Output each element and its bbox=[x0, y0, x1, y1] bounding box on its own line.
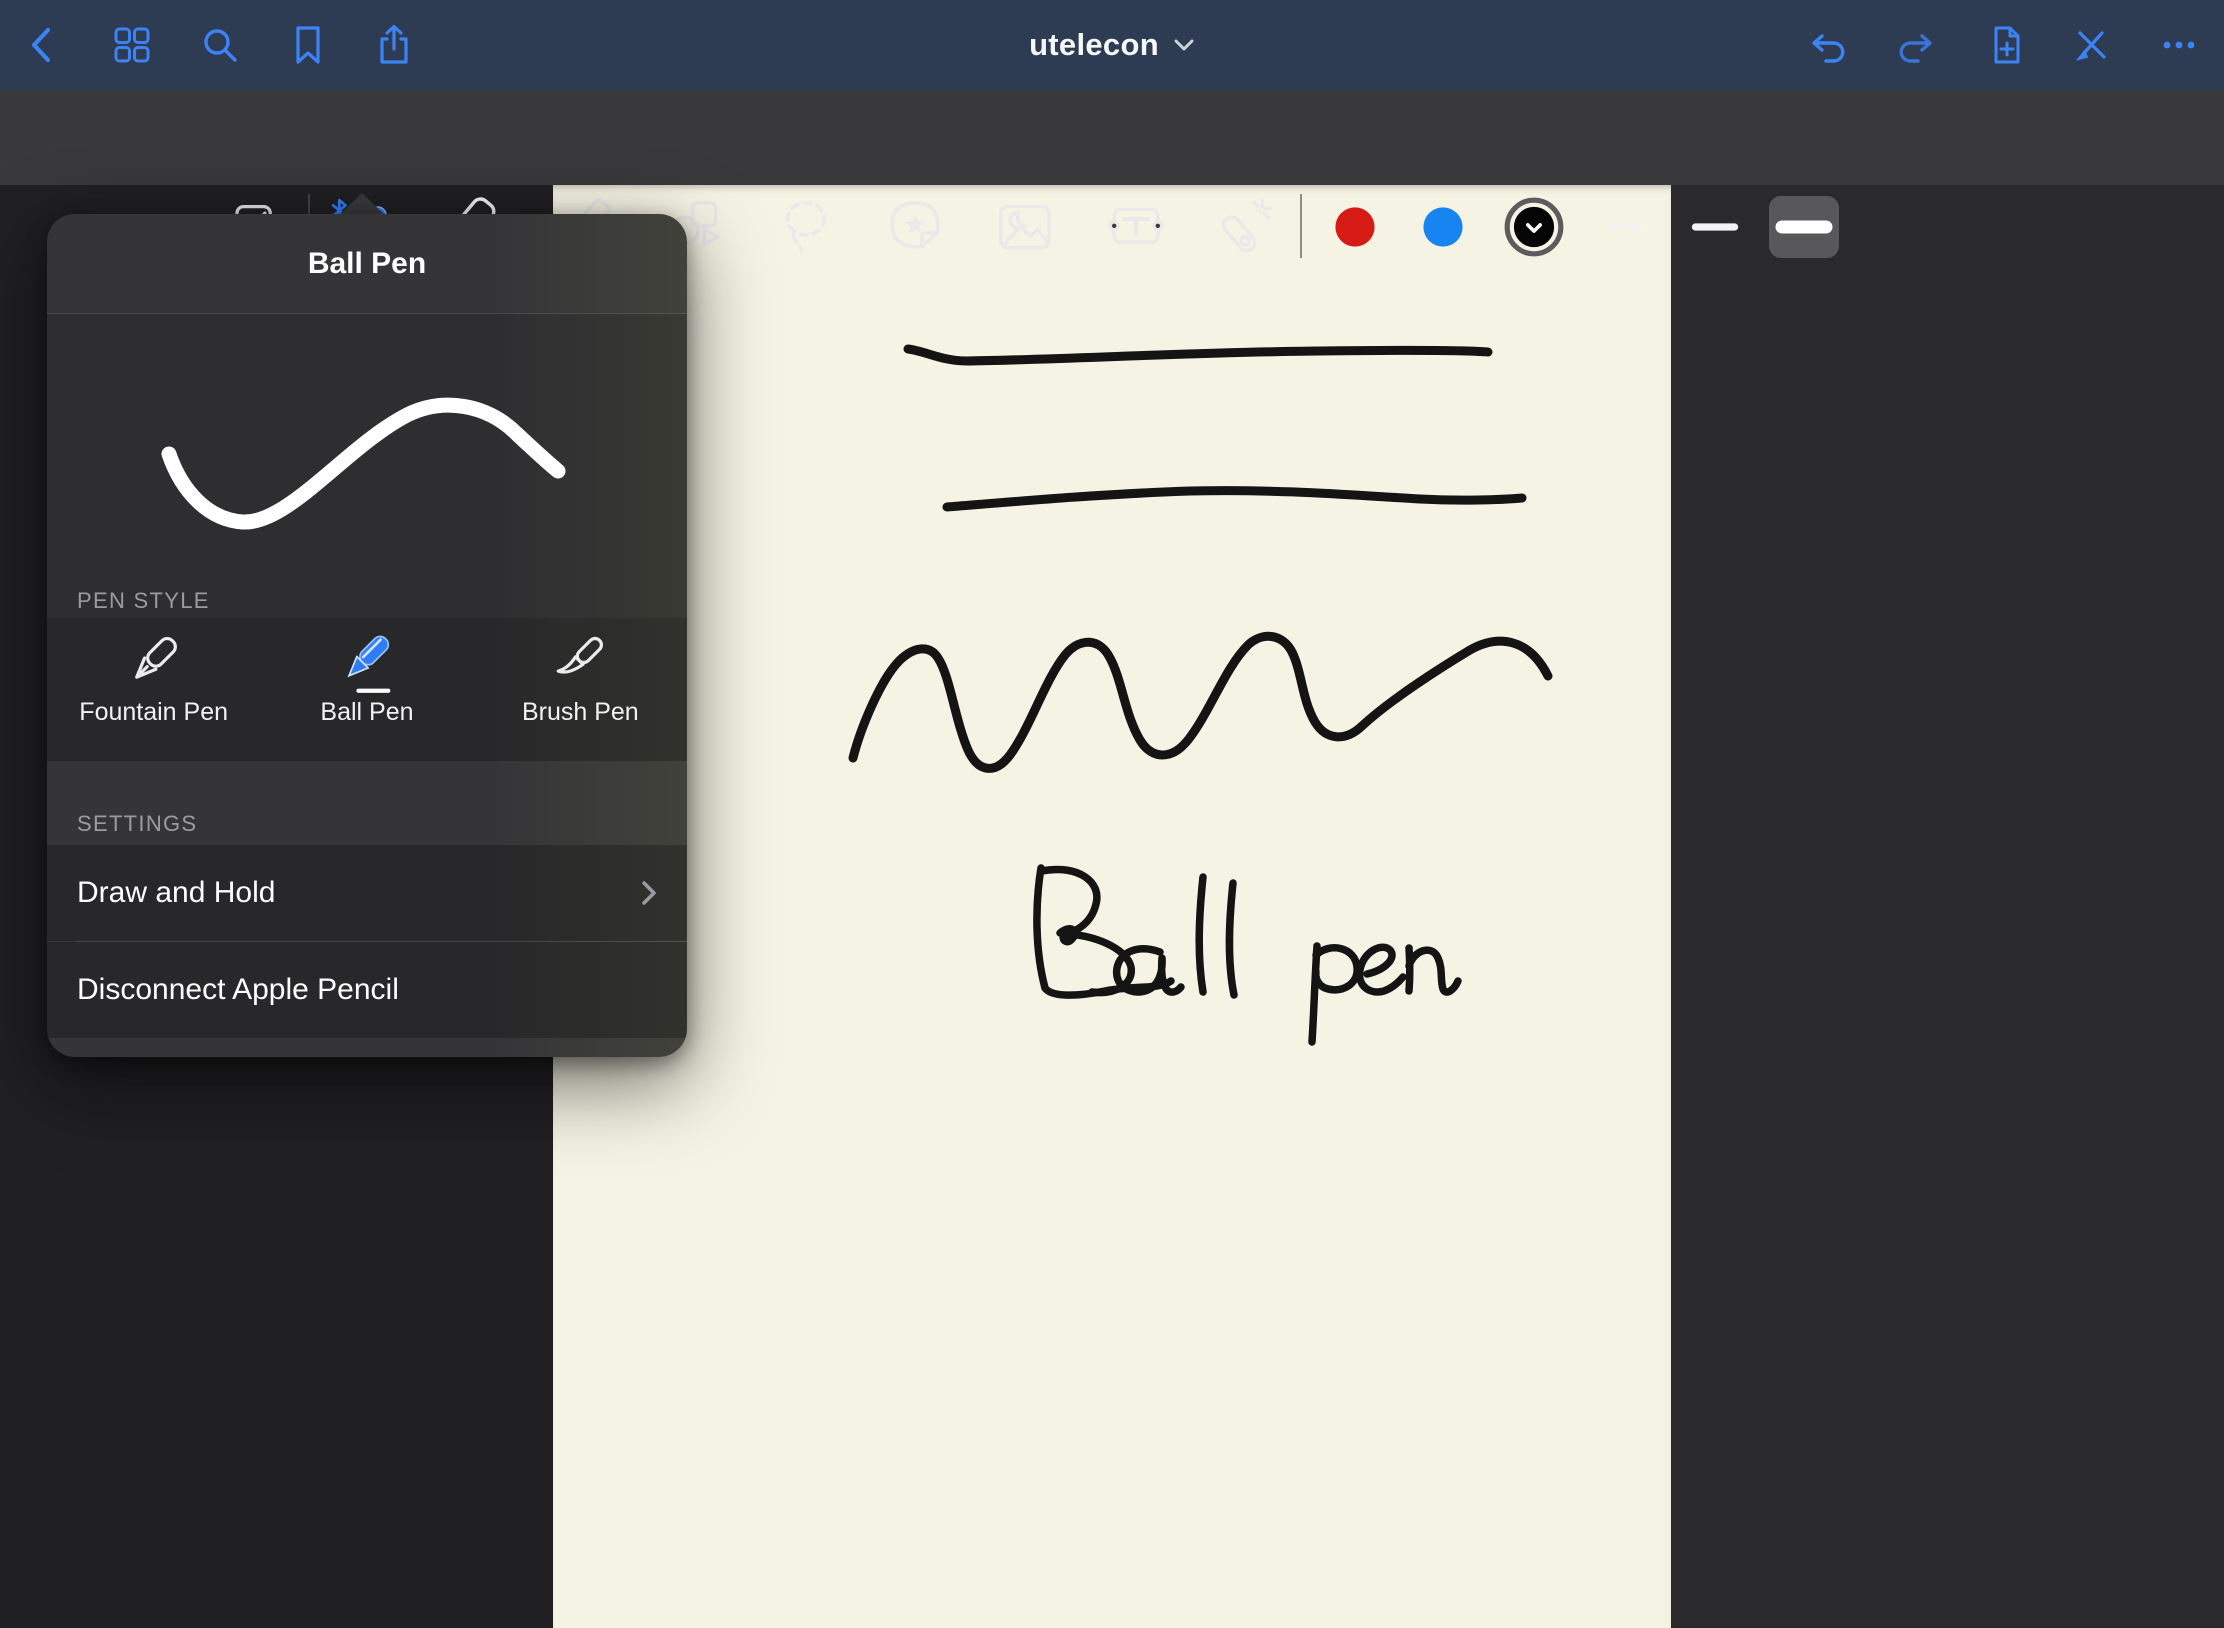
top-navigation-bar: utelecon bbox=[0, 0, 2224, 90]
document-title-button[interactable]: utelecon bbox=[0, 0, 2224, 90]
color-swatch-black-selected[interactable] bbox=[1501, 194, 1567, 260]
fountain-pen-icon bbox=[120, 628, 188, 696]
pen-option-brush[interactable]: Brush Pen bbox=[474, 618, 687, 761]
popover-footer bbox=[47, 1038, 687, 1057]
stroke-width-medium[interactable] bbox=[1682, 194, 1748, 260]
laser-pointer-icon bbox=[1214, 196, 1276, 258]
more-ellipsis-icon bbox=[2156, 22, 2202, 68]
image-tool[interactable] bbox=[992, 194, 1058, 260]
stroke-width-thin[interactable] bbox=[1592, 194, 1658, 260]
document-title: utelecon bbox=[1029, 27, 1159, 63]
text-icon bbox=[1105, 196, 1167, 258]
stroke-width-thick-selected[interactable] bbox=[1769, 196, 1839, 258]
settings-section-label: SETTINGS bbox=[47, 797, 687, 845]
redo-button[interactable] bbox=[1893, 22, 1939, 68]
stylus-cross-icon bbox=[2069, 22, 2115, 68]
pen-option-fountain[interactable]: Fountain Pen bbox=[47, 618, 260, 761]
color-swatch-red[interactable] bbox=[1322, 194, 1388, 260]
pen-option-label: Brush Pen bbox=[522, 698, 639, 727]
popover-title: Ball Pen bbox=[308, 247, 426, 281]
image-icon bbox=[994, 196, 1056, 258]
goodnotes-app: Ball pen utelecon bbox=[0, 0, 2224, 1628]
right-background bbox=[1671, 185, 2224, 1628]
stickers-icon bbox=[884, 196, 946, 258]
draw-and-hold-row[interactable]: Draw and Hold bbox=[47, 845, 687, 941]
undo-button[interactable] bbox=[1805, 22, 1851, 68]
pen-settings-popover: Ball Pen PEN STYLE Fountain Pen bbox=[47, 214, 687, 1057]
title-chevron-down-icon bbox=[1173, 38, 1195, 52]
color-swatch-blue[interactable] bbox=[1410, 194, 1476, 260]
pen-option-label: Fountain Pen bbox=[79, 698, 228, 727]
laser-pointer-tool[interactable] bbox=[1212, 194, 1278, 260]
stroke-preview-curve bbox=[47, 314, 687, 586]
toolbar-separator bbox=[1300, 194, 1302, 258]
disconnect-apple-pencil-row[interactable]: Disconnect Apple Pencil bbox=[47, 942, 687, 1038]
undo-icon bbox=[1805, 22, 1851, 68]
pen-option-label: Ball Pen bbox=[320, 698, 413, 727]
more-button[interactable] bbox=[2156, 22, 2202, 68]
text-tool[interactable] bbox=[1103, 194, 1169, 260]
black-color-selected-icon bbox=[1501, 194, 1567, 260]
stroke-medium-icon bbox=[1682, 194, 1748, 260]
blue-color-icon bbox=[1410, 194, 1476, 260]
redo-icon bbox=[1893, 22, 1939, 68]
stroke-preview bbox=[47, 314, 687, 586]
lasso-icon bbox=[775, 196, 837, 258]
add-page-icon bbox=[1983, 22, 2029, 68]
ink-line-1 bbox=[908, 349, 1488, 361]
stylus-toggle-button[interactable] bbox=[2069, 22, 2115, 68]
ball-pen-icon bbox=[333, 628, 401, 696]
popover-header: Ball Pen bbox=[47, 214, 687, 313]
add-page-button[interactable] bbox=[1983, 22, 2029, 68]
stickers-tool[interactable] bbox=[882, 194, 948, 260]
stroke-thin-icon bbox=[1592, 194, 1658, 260]
section-gap bbox=[47, 761, 687, 797]
lasso-tool[interactable] bbox=[773, 194, 839, 260]
disconnect-apple-pencil-label: Disconnect Apple Pencil bbox=[77, 973, 399, 1007]
ink-wave bbox=[853, 636, 1548, 768]
tools-toolbar bbox=[0, 90, 2224, 185]
chevron-right-icon bbox=[641, 880, 657, 906]
brush-pen-icon bbox=[546, 628, 614, 696]
stroke-thick-icon bbox=[1769, 196, 1839, 258]
ink-line-2 bbox=[947, 491, 1522, 507]
handwriting-ball-pen bbox=[1037, 868, 1458, 1042]
pen-style-options: Fountain Pen Ball Pen Brush Pen bbox=[47, 618, 687, 761]
red-color-icon bbox=[1322, 194, 1388, 260]
ink-strokes bbox=[553, 184, 1671, 1628]
pen-option-ball-selected[interactable]: Ball Pen bbox=[260, 618, 473, 761]
pen-style-section-label: PEN STYLE bbox=[47, 586, 687, 618]
draw-and-hold-label: Draw and Hold bbox=[77, 876, 275, 910]
